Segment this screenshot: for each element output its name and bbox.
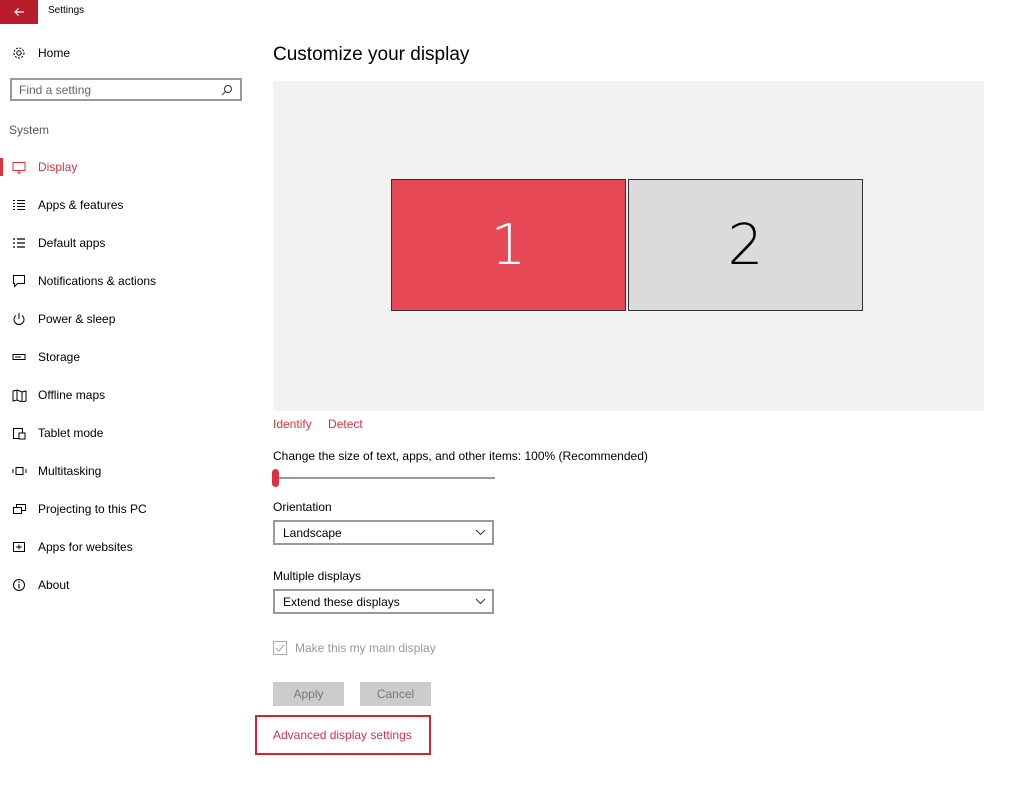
map-icon — [11, 387, 27, 403]
projecting-icon — [11, 501, 27, 517]
tablet-icon — [11, 425, 27, 441]
multitasking-icon — [11, 463, 27, 479]
back-arrow-icon — [13, 7, 25, 17]
monitor-icon — [11, 159, 27, 175]
sidebar-item-label: Apps & features — [38, 198, 124, 212]
storage-icon — [11, 349, 27, 365]
home-nav-item[interactable]: Home — [12, 44, 70, 62]
orientation-value: Landscape — [283, 525, 342, 540]
chevron-down-icon — [475, 598, 486, 605]
sidebar-item-offline-maps[interactable]: Offline maps — [0, 376, 256, 414]
default-apps-icon — [11, 235, 27, 251]
window-title: Settings — [48, 5, 85, 16]
search-icon[interactable] — [218, 84, 236, 96]
home-label: Home — [38, 46, 71, 60]
sidebar-item-label: Apps for websites — [38, 540, 133, 554]
sidebar-item-label: Notifications & actions — [38, 274, 157, 288]
apps-list-icon — [11, 197, 27, 213]
sidebar-item-label: Display — [38, 160, 78, 174]
sidebar-item-about[interactable]: About — [0, 566, 256, 604]
display-links: Identify Detect — [273, 417, 376, 431]
checkmark-icon — [275, 644, 285, 652]
apps-websites-icon — [11, 539, 27, 555]
cancel-button[interactable]: Cancel — [360, 682, 431, 706]
notification-icon — [11, 273, 27, 289]
sidebar-item-label: Projecting to this PC — [38, 502, 147, 516]
display-arrangement-preview: 1 2 — [273, 81, 984, 411]
sidebar-item-multitasking[interactable]: Multitasking — [0, 452, 256, 490]
sidebar-nav: Display Apps & features Default apps Not… — [0, 148, 256, 604]
sidebar-item-projecting[interactable]: Projecting to this PC — [0, 490, 256, 528]
sidebar-item-tablet-mode[interactable]: Tablet mode — [0, 414, 256, 452]
orientation-label: Orientation — [273, 500, 332, 514]
section-label-system: System — [9, 123, 50, 137]
sidebar-item-notifications[interactable]: Notifications & actions — [0, 262, 256, 300]
sidebar-item-label: Default apps — [38, 236, 106, 250]
multiple-displays-label: Multiple displays — [273, 569, 362, 583]
multiple-displays-value: Extend these displays — [283, 594, 400, 609]
sidebar-item-storage[interactable]: Storage — [0, 338, 256, 376]
scale-slider[interactable] — [272, 469, 495, 487]
sidebar-item-power-sleep[interactable]: Power & sleep — [0, 300, 256, 338]
back-button[interactable] — [0, 0, 38, 24]
search-input[interactable] — [12, 82, 218, 97]
main-display-label: Make this my main display — [295, 641, 436, 655]
slider-thumb[interactable] — [272, 469, 279, 487]
sidebar-item-apps-websites[interactable]: Apps for websites — [0, 528, 256, 566]
detect-link[interactable]: Detect — [328, 417, 363, 431]
power-icon — [11, 311, 27, 327]
sidebar-item-label: Power & sleep — [38, 312, 116, 326]
sidebar-item-label: Storage — [38, 350, 81, 364]
sidebar-item-label: Offline maps — [38, 388, 106, 402]
page-title: Customize your display — [273, 44, 470, 65]
orientation-dropdown[interactable]: Landscape — [273, 520, 494, 545]
apply-button[interactable]: Apply — [273, 682, 344, 706]
scale-label: Change the size of text, apps, and other… — [273, 449, 648, 463]
gear-icon — [12, 46, 26, 60]
sidebar-item-display[interactable]: Display — [0, 148, 256, 186]
main-display-checkbox[interactable]: Make this my main display — [273, 641, 436, 655]
sidebar: Home System Display Apps & features Defa… — [0, 24, 256, 802]
identify-link[interactable]: Identify — [273, 417, 312, 431]
sidebar-item-label: Tablet mode — [38, 426, 104, 440]
multiple-displays-dropdown[interactable]: Extend these displays — [273, 589, 494, 614]
sidebar-item-label: About — [38, 578, 70, 592]
search-box[interactable] — [10, 78, 242, 101]
info-icon — [11, 577, 27, 593]
sidebar-item-default-apps[interactable]: Default apps — [0, 224, 256, 262]
sidebar-item-label: Multitasking — [38, 464, 102, 478]
chevron-down-icon — [475, 529, 486, 536]
advanced-display-settings-link[interactable]: Advanced display settings — [273, 728, 412, 742]
monitor-2-tile[interactable]: 2 — [628, 179, 863, 311]
slider-track — [273, 477, 495, 479]
monitor-1-tile[interactable]: 1 — [391, 179, 626, 311]
sidebar-item-apps-features[interactable]: Apps & features — [0, 186, 256, 224]
title-bar: Settings — [0, 0, 1024, 24]
checkbox-box[interactable] — [273, 641, 287, 655]
